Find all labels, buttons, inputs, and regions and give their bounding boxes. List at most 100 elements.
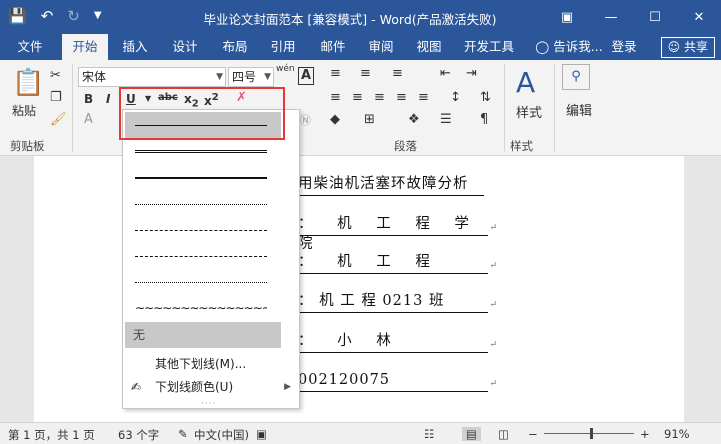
tab-design[interactable]: 设计 (164, 34, 206, 60)
minimize-button[interactable]: — (589, 0, 633, 34)
person-icon: ☺ (667, 40, 681, 54)
align-left-icon[interactable]: ≡ (330, 90, 341, 105)
shading-icon[interactable]: ◆ (330, 112, 340, 127)
underline-option-dot-dash[interactable] (125, 244, 281, 270)
asian-layout-icon[interactable]: ❖ (408, 112, 420, 127)
underline-option-dotted[interactable] (125, 192, 281, 218)
zoom-in-button[interactable]: + (640, 427, 650, 441)
status-bar: 第 1 页，共 1 页 63 个字 ✎ 中文(中国) ▣ ☷ ▤ ◫ − + 9… (0, 422, 721, 444)
distribute-icon[interactable]: ≡ (418, 90, 429, 105)
cut-icon[interactable]: ✂ (50, 68, 61, 83)
undo-icon[interactable]: ↶ (41, 7, 54, 25)
maximize-button[interactable]: ☐ (633, 0, 677, 34)
tab-layout[interactable]: 布局 (214, 34, 256, 60)
ribbon-tabs: 文件 开始 插入 设计 布局 引用 邮件 审阅 视图 开发工具 ◯ 告诉我...… (0, 34, 721, 60)
doc-line-name[interactable]: ： 小 林 ↵ (298, 331, 497, 353)
submenu-arrow-icon: ▶ (284, 382, 291, 392)
paragraph-mark-icon: ↵ (489, 340, 498, 350)
doc-line-title[interactable]: 用柴油机活塞环故障分析 (298, 174, 484, 196)
ribbon-separator (504, 64, 505, 152)
tab-view[interactable]: 视图 (408, 34, 450, 60)
font-size-combo[interactable]: 四号 ▼ (228, 67, 274, 87)
underline-option-none[interactable]: 无 (125, 322, 281, 348)
copy-icon[interactable]: ❐ (50, 90, 62, 105)
text-effects-icon[interactable]: A (84, 112, 93, 127)
tab-file[interactable]: 文件 (8, 34, 52, 60)
styles-button[interactable]: 样式 (516, 102, 542, 121)
justify-icon[interactable]: ≡ (396, 90, 407, 105)
title-bar: 💾 ↶ ↻ ▼ 毕业论文封面范本 [兼容模式] - Word(产品激活失败) ▣… (0, 0, 721, 34)
customize-qat-icon[interactable]: ▼ (94, 7, 102, 25)
underline-option-dot-dot-dash[interactable] (125, 270, 281, 296)
chevron-down-icon: ▼ (216, 72, 223, 82)
line-spacing-icon[interactable]: ↕ (450, 90, 461, 105)
zoom-out-button[interactable]: − (528, 427, 538, 441)
web-layout-icon[interactable]: ◫ (498, 427, 509, 441)
more-underlines-item[interactable]: 其他下划线(M)... (125, 353, 297, 375)
multilevel-list-icon[interactable]: ≡ (392, 66, 403, 81)
enclose-char-icon[interactable]: Ⓝ (300, 112, 311, 128)
underline-color-item[interactable]: ✍ 下划线颜色(U) ▶ (125, 376, 297, 398)
tab-developer[interactable]: 开发工具 (458, 34, 520, 60)
decrease-indent-icon[interactable]: ⇤ (440, 66, 451, 81)
underline-option-double[interactable] (125, 140, 281, 166)
chevron-down-icon: ▼ (264, 72, 271, 82)
tab-home[interactable]: 开始 (62, 34, 108, 60)
zoom-thumb[interactable] (590, 428, 593, 439)
language[interactable]: 中文(中国) (194, 427, 249, 443)
redo-icon[interactable]: ↻ (67, 7, 80, 25)
tab-references[interactable]: 引用 (262, 34, 304, 60)
show-marks-icon[interactable]: ¶ (480, 112, 488, 127)
bold-button[interactable]: B (84, 92, 93, 106)
zoom-level[interactable]: 91% (664, 427, 690, 441)
numbering-icon[interactable]: ≡ (360, 66, 371, 81)
editing-button[interactable]: 编辑 (566, 100, 592, 119)
format-painter-icon[interactable]: 🖌 (50, 112, 67, 127)
italic-button[interactable]: I (106, 92, 110, 106)
font-name-combo[interactable]: 宋体 ▼ (78, 67, 226, 87)
paragraph-mark-icon: ↵ (489, 300, 498, 310)
macro-icon[interactable]: ▣ (256, 427, 267, 441)
doc-line-major[interactable]: ： 机 工 程 ↵ (298, 252, 497, 274)
chinese-layout-icon[interactable]: ☰ (440, 112, 452, 127)
ribbon-separator (72, 64, 73, 152)
phonetic-guide-button[interactable]: wén (276, 64, 295, 74)
paste-label[interactable]: 粘贴 (12, 102, 36, 119)
tab-insert[interactable]: 插入 (114, 34, 156, 60)
ribbon: 📋 粘贴 ✂ ❐ 🖌 剪贴板 宋体 ▼ 四号 ▼ wén A B I U ▼ abc… (0, 60, 721, 156)
window-title: 毕业论文封面范本 [兼容模式] - Word(产品激活失败) (203, 12, 497, 27)
styles-icon[interactable]: A (516, 66, 535, 99)
highlight-box (119, 87, 285, 140)
tell-me-box[interactable]: ◯ 告诉我... (532, 34, 606, 60)
underline-option-dashed[interactable] (125, 218, 281, 244)
char-border-button[interactable]: A (298, 67, 314, 85)
share-button[interactable]: ☺ 共享 (660, 37, 715, 58)
tab-mailings[interactable]: 邮件 (312, 34, 354, 60)
close-button[interactable]: ✕ (677, 0, 721, 34)
paragraph-mark-icon: ↵ (489, 261, 498, 271)
proofing-icon[interactable]: ✎ (178, 427, 188, 441)
resize-grip[interactable]: ···· (201, 399, 216, 409)
underline-option-thick[interactable] (125, 166, 281, 192)
save-icon[interactable]: 💾 (8, 7, 27, 25)
ribbon-display-icon[interactable]: ▣ (545, 0, 589, 34)
word-count[interactable]: 63 个字 (118, 427, 159, 443)
read-mode-icon[interactable]: ☷ (424, 427, 434, 441)
page-count[interactable]: 第 1 页，共 1 页 (8, 427, 95, 443)
paste-icon[interactable]: 📋 (12, 68, 44, 98)
search-icon[interactable]: ⚲ (562, 64, 590, 90)
print-layout-icon[interactable]: ▤ (462, 427, 481, 441)
doc-line-class[interactable]: ： 机 工 程 0213 班 ↵ (298, 291, 497, 313)
doc-line-school[interactable]: ： 机 工 程 学 院 ↵ (298, 214, 497, 252)
zoom-slider[interactable] (544, 433, 634, 434)
bullets-icon[interactable]: ≡ (330, 66, 341, 81)
underline-option-wave[interactable]: ∼∼∼∼∼∼∼∼∼∼∼∼∼∼∼∼∼∼ (125, 296, 281, 322)
borders-icon[interactable]: ⊞ (364, 112, 375, 127)
align-center-icon[interactable]: ≡ (352, 90, 363, 105)
sort-icon[interactable]: ⇅ (480, 90, 491, 105)
signin-link[interactable]: 登录 (606, 34, 642, 60)
align-right-icon[interactable]: ≡ (374, 90, 385, 105)
tab-review[interactable]: 审阅 (360, 34, 402, 60)
increase-indent-icon[interactable]: ⇥ (466, 66, 477, 81)
doc-line-student-id[interactable]: 002120075 ↵ (298, 370, 497, 392)
